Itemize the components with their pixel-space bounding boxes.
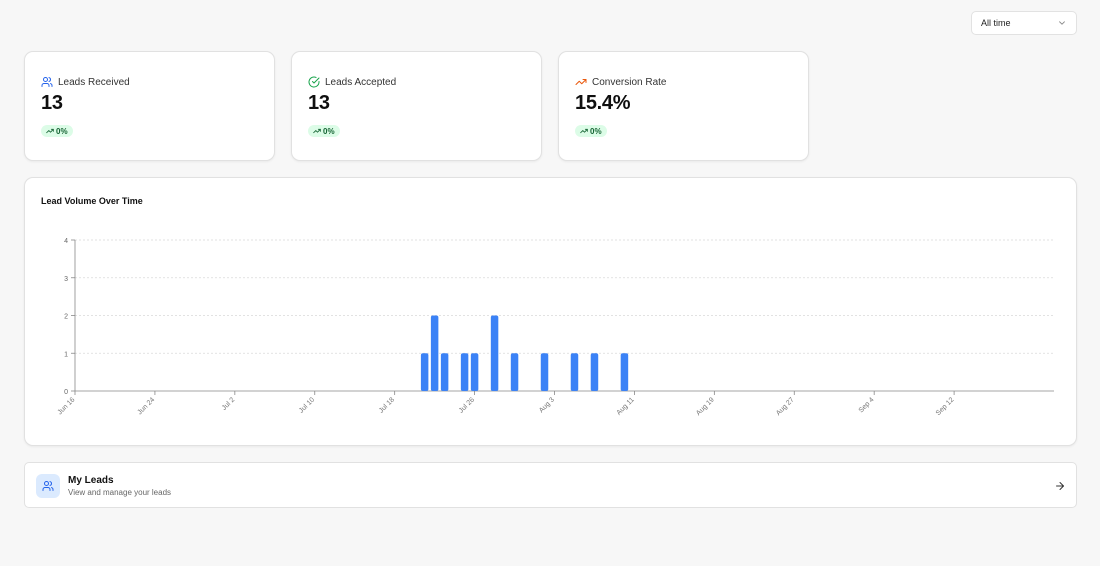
change-badge: 0% [308,125,340,137]
stat-label: Leads Received [58,76,130,88]
chart-bar [540,353,549,391]
change-value: 0% [323,126,335,136]
trend-arrow-icon [580,128,588,134]
stat-card-conversion-rate: Conversion Rate 15.4% 0% [558,51,809,161]
chart-bar [420,353,429,391]
chart-bar [510,353,519,391]
x-tick-label: Sep 4 [858,396,876,414]
lead-volume-chart: 0 1 2 3 4 Jun 16 Jun 24 Jul 2 Jul 10 Jul 18 Jul 26… [57,238,1054,417]
x-tick-label: Aug 27 [775,396,796,417]
stat-value: 13 [41,92,63,114]
chart-bar [430,315,439,391]
change-badge: 0% [575,125,607,137]
my-leads-title: My Leads [68,475,114,486]
time-range-select[interactable]: All time [971,11,1077,35]
x-tick-label: Jul 26 [458,396,476,414]
x-tick-label: Jul 2 [221,396,236,411]
trend-arrow-icon [46,128,54,134]
chart-bar [570,353,579,391]
chart-bar [490,315,499,391]
change-value: 0% [590,126,602,136]
my-leads-link[interactable]: My Leads View and manage your leads [24,462,1077,508]
x-tick-label: Jul 18 [378,396,396,414]
stat-value: 13 [308,92,330,114]
stat-value: 15.4% [575,92,631,114]
trend-arrow-icon [313,128,321,134]
time-range-value: All time [981,18,1011,28]
stat-label: Conversion Rate [592,76,667,88]
x-tick-label: Aug 3 [538,396,556,414]
lead-volume-chart-card: Lead Volume Over Time 0 1 2 3 4 Jun 16 Jun 24 J… [24,177,1077,446]
y-tick-label: 4 [64,238,68,245]
chart-bar [470,353,479,391]
stat-card-leads-accepted: Leads Accepted 13 0% [291,51,542,161]
check-circle-icon [308,76,320,88]
chart-bar [620,353,629,391]
y-tick-label: 0 [64,389,68,396]
y-tick-label: 3 [64,276,68,283]
x-tick-label: Aug 19 [695,396,716,417]
users-icon [41,76,53,88]
chevron-down-icon [1057,18,1067,28]
users-icon [36,474,60,498]
arrow-right-icon [1054,480,1066,492]
chart-bar [590,353,599,391]
x-tick-label: Sep 12 [935,396,956,417]
change-value: 0% [56,126,68,136]
change-badge: 0% [41,125,73,137]
y-tick-label: 1 [64,351,68,358]
stat-card-leads-received: Leads Received 13 0% [24,51,275,161]
x-tick-label: Aug 11 [616,396,636,416]
chart-bar [460,353,469,391]
x-tick-label: Jul 10 [298,396,316,414]
stat-label: Leads Accepted [325,76,397,88]
chart-bar [440,353,449,391]
my-leads-subtitle: View and manage your leads [68,488,172,497]
trending-up-icon [575,76,587,88]
x-tick-label: Jun 16 [57,396,77,416]
y-tick-label: 2 [64,314,68,321]
x-tick-label: Jun 24 [137,396,157,416]
